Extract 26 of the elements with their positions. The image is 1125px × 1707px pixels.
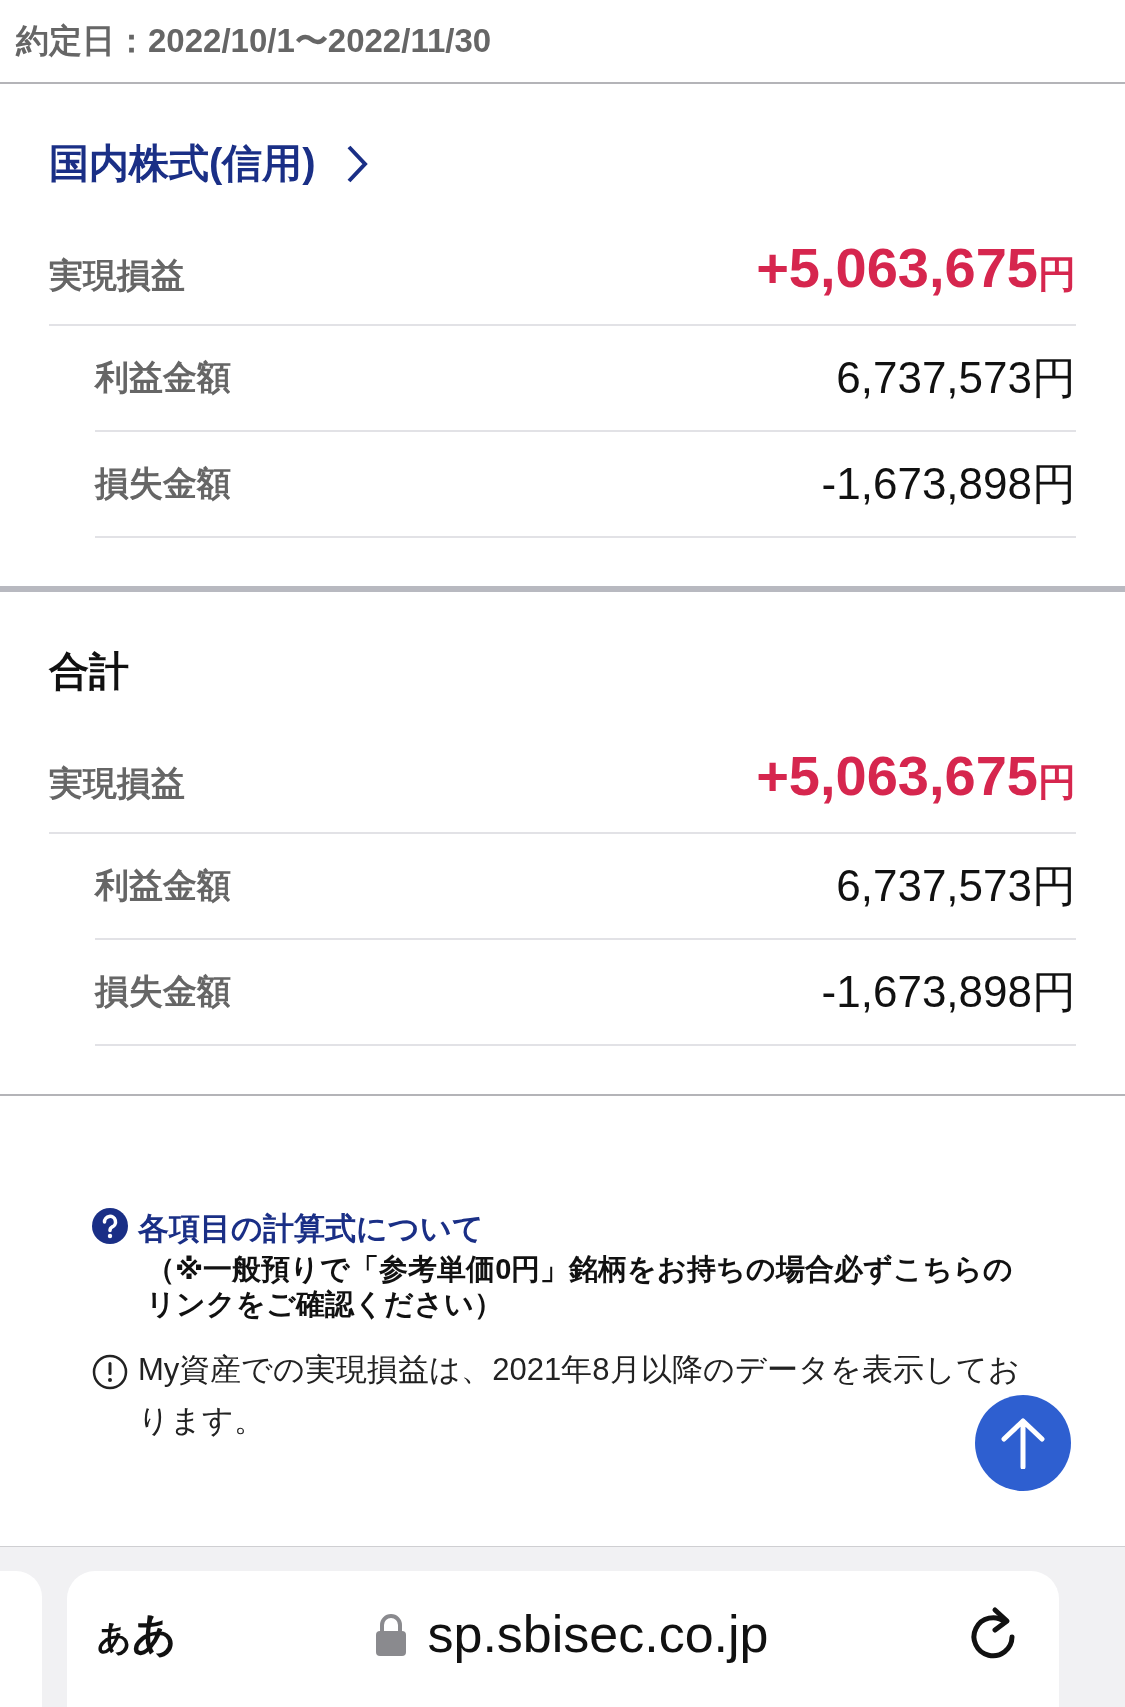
row-label: 利益金額 — [95, 357, 231, 398]
realized-label: 実現損益 — [49, 763, 185, 804]
row-label: 損失金額 — [95, 463, 231, 504]
text-size-button[interactable]: ああ — [97, 1604, 177, 1664]
section-title: 合計 — [49, 649, 129, 693]
row-value: -1,673,898円 — [821, 965, 1076, 1018]
row-value: 6,737,573円 — [836, 859, 1076, 912]
lock-icon — [375, 1612, 408, 1656]
help-note: （※一般預りで「参考単価0円」銘柄をお持ちの場合必ずこちらのリンクをご確認ください） — [145, 1252, 1015, 1322]
row-label: 損失金額 — [95, 971, 231, 1012]
arrow-up-icon — [1000, 1417, 1046, 1469]
section-title-link[interactable]: 国内株式(信用) — [49, 136, 368, 191]
help-icon — [92, 1208, 128, 1244]
url-text: sp.sbisec.co.jp — [427, 1604, 769, 1664]
info-text: My資産での実現損益は、2021年8月以降のデータを表示しております。 — [138, 1350, 1021, 1440]
row-value: -1,673,898円 — [821, 457, 1076, 510]
realized-value: +5,063,675円 — [756, 743, 1076, 808]
row-value: 6,737,573円 — [836, 351, 1076, 404]
row-label: 利益金額 — [95, 865, 231, 906]
formula-link[interactable]: 各項目の計算式について — [138, 1208, 484, 1250]
realized-label: 実現損益 — [49, 255, 185, 296]
chevron-right-icon — [345, 143, 368, 184]
realized-value: +5,063,675円 — [756, 235, 1076, 300]
info-icon — [92, 1353, 128, 1390]
date-range: 約定日：2022/10/1〜2022/11/30 — [16, 20, 492, 61]
address-bar[interactable]: ああ sp.sbisec.co.jp — [67, 1571, 1059, 1707]
